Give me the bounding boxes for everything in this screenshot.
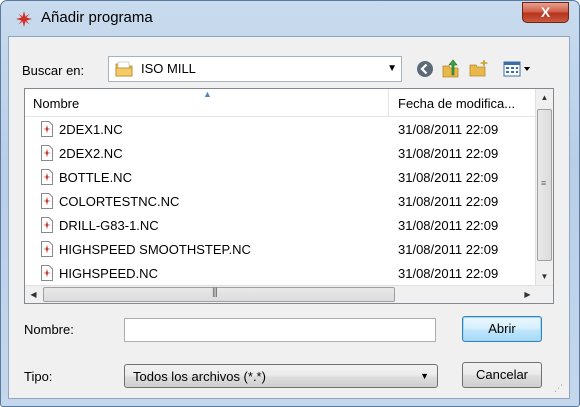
file-name-label: Nombre: [24,322,74,337]
file-date: 31/08/2011 22:09 [398,122,499,137]
vertical-scroll-thumb[interactable]: ≡ [537,109,552,261]
scroll-corner [536,286,553,303]
list-item[interactable]: HIGHSPEED SMOOTHSTEP.NC 31/08/2011 22:09 [25,238,535,262]
list-item[interactable]: BOTTLE.NC 31/08/2011 22:09 [25,166,535,190]
scroll-right-arrow-icon[interactable]: ▶ [519,286,536,303]
file-date: 31/08/2011 22:09 [398,194,499,209]
list-item[interactable]: COLORTESTNC.NC 31/08/2011 22:09 [25,190,535,214]
file-name: 2DEX1.NC [59,122,123,137]
file-type-value: Todos los archivos (*.*) [133,369,266,384]
file-name: HIGHSPEED SMOOTHSTEP.NC [59,242,251,257]
horizontal-scrollbar[interactable]: ◀ ||| ▶ [25,285,553,303]
grip-icon: ||| [212,287,218,298]
chevron-down-icon: ▼ [420,371,429,381]
up-folder-icon [442,59,459,78]
file-list[interactable]: ▲ Nombre Fecha de modifica... 2DEX1.NC 3… [24,88,554,304]
close-icon: X [540,4,551,20]
folder-icon [115,61,133,77]
open-button[interactable]: Abrir [462,316,542,342]
nc-file-icon [41,217,53,233]
list-item[interactable]: 2DEX1.NC 31/08/2011 22:09 [25,118,535,142]
scroll-up-arrow-icon[interactable]: ▲ [536,89,553,106]
up-folder-button[interactable] [440,58,462,80]
file-name: DRILL-G83-1.NC [59,218,159,233]
nc-file-icon [41,145,53,161]
file-name: COLORTESTNC.NC [59,194,180,209]
lookin-combobox[interactable]: ISO MILL ▼ [108,56,402,82]
file-type-select[interactable]: Todos los archivos (*.*) ▼ [124,364,438,388]
list-header: ▲ Nombre Fecha de modifica... [25,89,535,117]
chevron-down-icon: ▼ [387,63,397,74]
horizontal-scroll-thumb[interactable]: ||| [43,287,395,302]
nc-file-icon [41,241,53,257]
back-arrow-icon [417,61,433,77]
title-bar[interactable]: Añadir programa X [1,1,579,37]
vertical-scrollbar[interactable]: ▲ ≡ ▼ [535,89,553,285]
column-header-name[interactable]: ▲ Nombre [25,89,389,117]
view-grid-icon [503,61,530,77]
file-date: 31/08/2011 22:09 [398,266,499,281]
file-name: BOTTLE.NC [59,170,132,185]
file-date: 31/08/2011 22:09 [398,146,499,161]
grip-icon: ≡ [541,178,547,188]
column-header-date-label: Fecha de modifica... [398,96,516,111]
new-folder-button[interactable] [468,58,490,80]
nc-file-icon [41,121,53,137]
file-date: 31/08/2011 22:09 [398,170,499,185]
lookin-label: Buscar en: [22,63,85,78]
scroll-down-arrow-icon[interactable]: ▼ [536,268,553,285]
nc-file-icon [41,193,53,209]
file-type-label: Tipo: [24,369,53,384]
sort-ascending-icon: ▲ [203,89,212,99]
file-date: 31/08/2011 22:09 [398,242,499,257]
nc-file-icon [41,265,53,281]
new-folder-icon [469,59,488,77]
column-header-name-label: Nombre [33,96,80,111]
views-menu-button[interactable] [500,58,536,80]
nc-file-icon [41,169,53,185]
file-name: 2DEX2.NC [59,146,123,161]
cancel-button[interactable]: Cancelar [462,362,542,388]
list-item[interactable]: HIGHSPEED.NC 31/08/2011 22:09 [25,262,535,286]
resize-grip-icon[interactable]: ⋰ [554,383,566,395]
file-name-input[interactable] [124,318,436,342]
list-item[interactable]: 2DEX2.NC 31/08/2011 22:09 [25,142,535,166]
list-item[interactable]: DRILL-G83-1.NC 31/08/2011 22:09 [25,214,535,238]
window-title: Añadir programa [41,9,153,26]
file-date: 31/08/2011 22:09 [398,218,499,233]
close-button[interactable]: X [522,2,569,23]
app-star-icon [16,11,32,27]
scroll-left-arrow-icon[interactable]: ◀ [25,286,42,303]
back-button[interactable] [414,58,436,80]
column-header-date[interactable]: Fecha de modifica... [389,89,535,117]
lookin-value: ISO MILL [141,61,196,76]
file-name: HIGHSPEED.NC [59,266,158,281]
